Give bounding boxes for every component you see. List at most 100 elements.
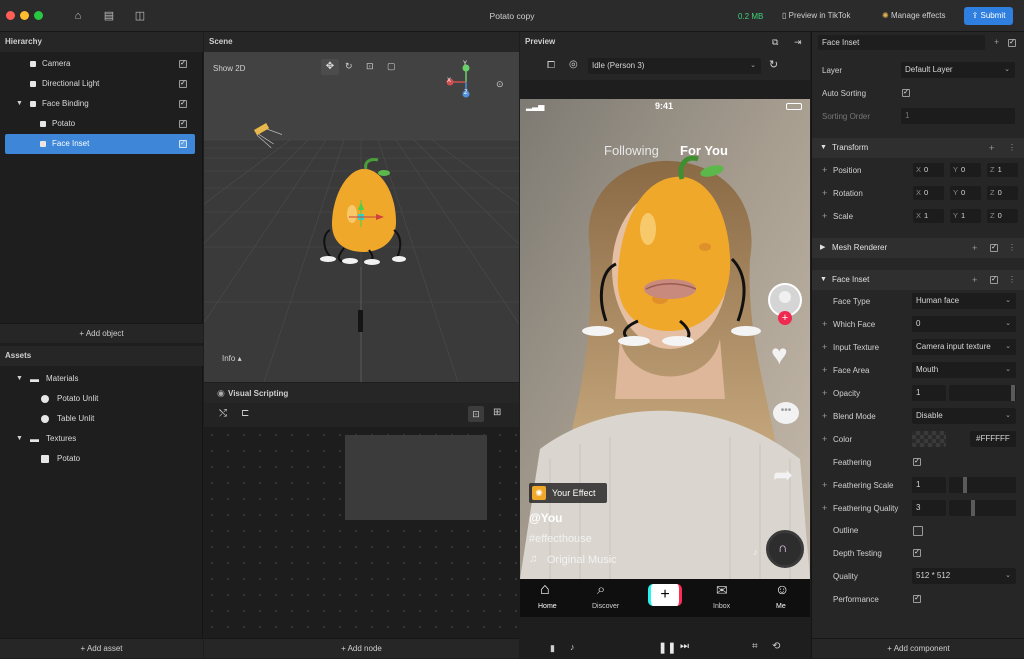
tab-following[interactable]: Following — [604, 143, 659, 158]
visibility-checkbox[interactable]: ✓ — [179, 140, 187, 148]
object-enabled-checkbox[interactable]: ✓ — [1008, 39, 1016, 47]
follow-plus-icon[interactable]: + — [778, 311, 792, 325]
minimize-window-button[interactable] — [20, 11, 29, 20]
add-icon[interactable]: + — [989, 138, 994, 158]
auto-sorting-checkbox[interactable]: ✓ — [902, 89, 910, 97]
add-keyframe-icon[interactable]: + — [822, 188, 827, 198]
more-icon[interactable]: ⋮ — [1008, 138, 1016, 158]
face-inset-section-header[interactable]: ▼ Face Inset + ✓ ⋮ — [812, 270, 1024, 290]
rotate-screen-icon[interactable]: ⟲ — [772, 641, 780, 652]
refresh-icon[interactable]: ↻ — [769, 58, 778, 71]
fit-view-icon[interactable]: ⊡ — [468, 406, 484, 422]
document-icon[interactable]: ▤ — [103, 10, 115, 22]
slider-handle[interactable] — [1011, 385, 1015, 401]
expand-caret-icon[interactable]: ▼ — [16, 429, 23, 449]
face-area-select[interactable]: Mouth ⌄ — [912, 362, 1016, 378]
quality-select[interactable]: 512 * 512 ⌄ — [912, 568, 1016, 584]
blend-mode-select[interactable]: Disable ⌄ — [912, 408, 1016, 424]
feathering-checkbox[interactable]: ✓ — [913, 458, 921, 466]
home-nav-icon[interactable]: ⌂ — [540, 581, 550, 599]
camera-view-icon[interactable]: ⊙ — [496, 79, 504, 90]
group-tool-icon[interactable]: ⊏ — [241, 408, 249, 419]
tab-for-you[interactable]: For You — [680, 143, 728, 158]
popout-icon[interactable]: ⧉ — [772, 37, 778, 48]
graph-tool-icon[interactable]: ⤭ — [219, 408, 227, 419]
add-keyframe-icon[interactable]: + — [822, 342, 827, 352]
visibility-checkbox[interactable]: ✓ — [179, 100, 187, 108]
create-post-button[interactable]: + — [648, 584, 682, 606]
add-node-button[interactable]: + Add node — [204, 638, 519, 658]
comment-icon[interactable]: ••• — [773, 402, 799, 424]
submit-button[interactable]: ⇪ Submit — [964, 7, 1013, 25]
add-keyframe-icon[interactable]: + — [822, 365, 827, 375]
visibility-checkbox[interactable]: ✓ — [179, 120, 187, 128]
feathering-scale-slider[interactable] — [949, 477, 1016, 493]
asset-item-potato-unlit[interactable]: Potato Unlit — [0, 389, 203, 409]
asset-item-potato-texture[interactable]: Potato — [0, 449, 203, 469]
scale-y-field[interactable]: Y1 — [950, 209, 981, 223]
effect-badge[interactable]: ✺ Your Effect — [529, 483, 607, 503]
hierarchy-item-face-inset[interactable]: Face Inset ✓ — [5, 134, 195, 154]
object-name-field[interactable]: Face Inset — [818, 35, 985, 50]
scale-tool-icon[interactable]: ⊡ — [366, 61, 374, 72]
more-icon[interactable]: ⋮ — [1008, 238, 1016, 258]
position-x-field[interactable]: X0 — [913, 163, 944, 177]
node-placeholder[interactable] — [345, 435, 487, 520]
scene-viewport[interactable]: Show 2D ✥ ↻ ⊡ ▢ Y X Z ⊙ Info ▴ — [204, 52, 519, 382]
post-hashtag[interactable]: #effecthouse — [529, 533, 592, 545]
hierarchy-item-face-binding[interactable]: ▼ Face Binding ✓ — [0, 94, 203, 114]
add-object-button[interactable]: + Add object — [0, 323, 203, 343]
hierarchy-item-potato[interactable]: Potato ✓ — [0, 114, 203, 134]
add-icon[interactable]: + — [972, 238, 977, 258]
home-icon[interactable]: ⌂ — [72, 10, 84, 22]
sorting-order-field[interactable]: 1 — [901, 108, 1015, 124]
record-icon[interactable]: ◎ — [569, 59, 578, 70]
face-inset-enabled-checkbox[interactable]: ✓ — [990, 276, 998, 284]
rotate-tool-icon[interactable]: ↻ — [345, 61, 353, 72]
move-tool-icon[interactable]: ✥ — [321, 59, 339, 75]
outline-checkbox[interactable] — [913, 526, 923, 536]
discover-nav-icon[interactable]: ⌕ — [597, 581, 605, 598]
exit-preview-icon[interactable]: ⇥ — [794, 37, 802, 48]
music-title[interactable]: Original Music — [547, 554, 617, 566]
visibility-checkbox[interactable]: ✓ — [179, 80, 187, 88]
position-z-field[interactable]: Z1 — [987, 163, 1018, 177]
profile-nav-icon[interactable]: ☺ — [775, 581, 789, 597]
more-icon[interactable]: ⋮ — [1008, 270, 1016, 290]
nav-home-label[interactable]: Home — [538, 603, 557, 610]
gallery-icon[interactable]: ⧠ — [547, 60, 555, 71]
asset-folder-textures[interactable]: ▼ ▬ Textures — [0, 429, 203, 449]
add-keyframe-icon[interactable]: + — [822, 480, 827, 490]
mesh-renderer-section-header[interactable]: ▶ Mesh Renderer + ✓ ⋮ — [812, 238, 1024, 258]
info-toggle[interactable]: Info ▴ — [222, 354, 242, 363]
layer-select[interactable]: Default Layer ⌄ — [901, 62, 1015, 78]
music-disc-icon[interactable]: ∩ — [766, 530, 804, 568]
expand-caret-icon[interactable]: ▼ — [16, 369, 23, 389]
add-keyframe-icon[interactable]: + — [822, 388, 827, 398]
inbox-nav-icon[interactable]: ✉ — [716, 582, 728, 599]
add-keyframe-icon[interactable]: + — [822, 319, 827, 329]
opacity-slider[interactable] — [949, 385, 1016, 401]
tiktok-icon[interactable]: ♪ — [570, 642, 575, 652]
asset-item-table-unlit[interactable]: Table Unlit — [0, 409, 203, 429]
layout-icon[interactable]: ◫ — [134, 10, 146, 22]
depth-testing-checkbox[interactable]: ✓ — [913, 549, 921, 557]
feathering-quality-field[interactable]: 3 — [912, 500, 946, 516]
add-asset-button[interactable]: + Add asset — [0, 638, 203, 658]
expand-caret-icon[interactable]: ▼ — [16, 94, 23, 114]
hierarchy-item-directional-light[interactable]: Directional Light ✓ — [0, 74, 203, 94]
slider-handle[interactable] — [963, 477, 967, 493]
share-icon[interactable]: ➦ — [773, 461, 793, 490]
close-window-button[interactable] — [6, 11, 15, 20]
mesh-renderer-enabled-checkbox[interactable]: ✓ — [990, 244, 998, 252]
scale-x-field[interactable]: X1 — [913, 209, 944, 223]
phone-preview[interactable]: ▂▃▅ 9:41 Following For You + ♥ ••• ➦ ∩ ✺… — [520, 99, 810, 617]
post-username[interactable]: @You — [529, 511, 562, 525]
zoom-window-button[interactable] — [34, 11, 43, 20]
feathering-scale-field[interactable]: 1 — [912, 477, 946, 493]
rotation-z-field[interactable]: Z0 — [987, 186, 1018, 200]
visibility-checkbox[interactable]: ✓ — [179, 60, 187, 68]
node-graph-canvas[interactable] — [204, 427, 519, 637]
color-hex-field[interactable]: #FFFFFF — [970, 431, 1016, 447]
step-forward-icon[interactable]: ⏭ — [680, 641, 689, 652]
